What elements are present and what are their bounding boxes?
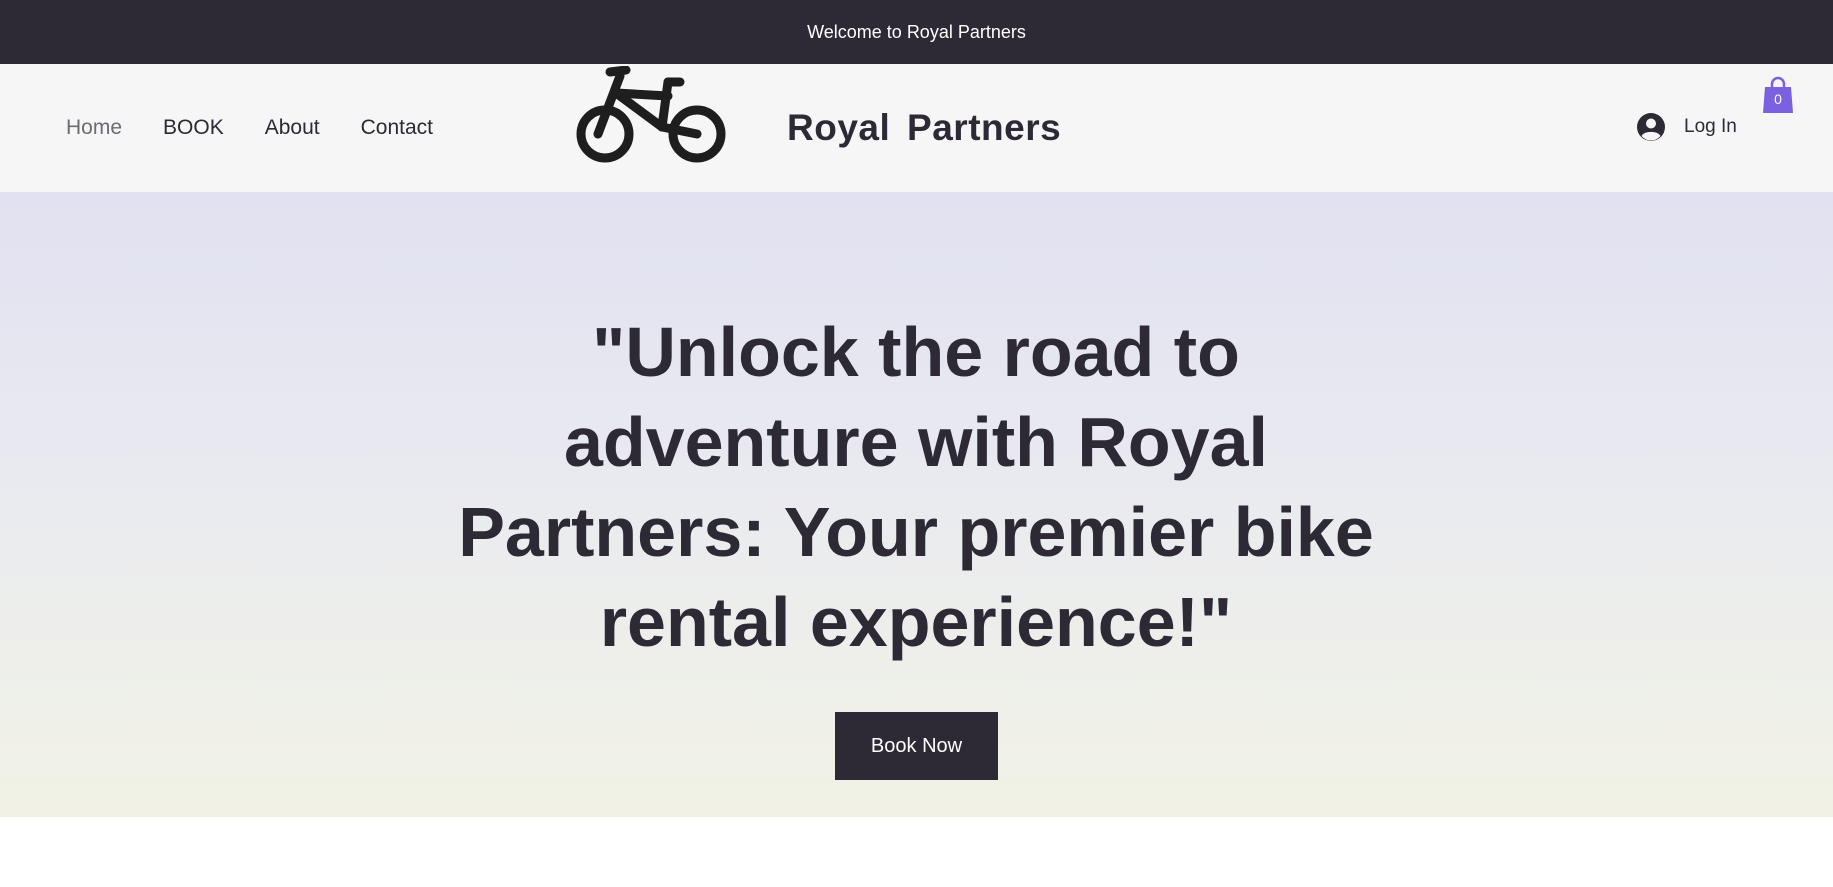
hero-section: "Unlock the road to adventure with Royal… [0, 192, 1833, 817]
announcement-bar: Welcome to Royal Partners [0, 0, 1833, 64]
brand-name[interactable]: Royal Partners [787, 64, 1061, 192]
user-avatar-icon [1637, 113, 1665, 141]
nav-item-book[interactable]: BOOK [163, 116, 224, 140]
login-label: Log In [1684, 116, 1737, 137]
nav-item-about[interactable]: About [265, 116, 320, 140]
hero-title: "Unlock the road to adventure with Royal… [458, 313, 1374, 661]
cart-count: 0 [1774, 91, 1782, 107]
nav-item-home[interactable]: Home [66, 116, 122, 140]
book-now-button[interactable]: Book Now [835, 712, 998, 780]
nav-item-contact[interactable]: Contact [361, 116, 433, 140]
welcome-text: Welcome to Royal Partners [807, 21, 1026, 42]
login-button[interactable]: Log In [1636, 112, 1737, 142]
cart-button[interactable]: 0 [1762, 76, 1794, 116]
site-header: Home BOOK About Contact Royal Partners L… [0, 64, 1833, 192]
bicycle-icon[interactable] [570, 65, 730, 172]
main-nav: Home BOOK About Contact [66, 64, 474, 192]
